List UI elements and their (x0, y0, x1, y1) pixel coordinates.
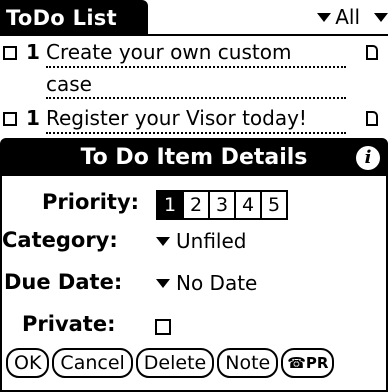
palm-screen: ToDo List All 1 Create your own custom c… (0, 0, 388, 392)
todo-row: 1 Register your Visor today! (0, 104, 388, 138)
beam-button[interactable]: ☎PR (281, 348, 335, 378)
beam-icon: ☎ (287, 354, 306, 372)
priority-label: Priority: (42, 190, 140, 214)
todo-description[interactable]: Register your Visor today! (46, 106, 346, 134)
dropdown-arrow-icon (156, 278, 170, 288)
complete-checkbox[interactable] (3, 46, 17, 60)
category-picker[interactable]: Unfiled (156, 229, 246, 253)
todo-priority[interactable]: 1 (26, 106, 40, 130)
dropdown-arrow-icon (156, 236, 170, 246)
priority-option-3[interactable]: 3 (210, 192, 236, 218)
todo-description-line2[interactable]: case (46, 71, 346, 99)
category-filter-label: All (335, 5, 360, 29)
due-date-picker[interactable]: No Date (156, 271, 257, 295)
priority-option-4[interactable]: 4 (236, 192, 262, 218)
app-title[interactable]: ToDo List (0, 0, 148, 36)
dropdown-arrow-icon (374, 12, 388, 22)
complete-checkbox[interactable] (3, 112, 17, 126)
info-icon[interactable]: i (356, 146, 380, 170)
private-checkbox[interactable] (155, 319, 171, 335)
dialog-button-bar: OK Cancel Delete Note ☎PR (6, 348, 335, 378)
todo-priority[interactable]: 1 (26, 40, 40, 64)
category-label: Category: (2, 228, 118, 252)
category-value: Unfiled (176, 229, 247, 253)
delete-button[interactable]: Delete (135, 348, 215, 378)
due-date-label: Due Date: (4, 270, 123, 294)
priority-option-1[interactable]: 1 (158, 192, 184, 218)
item-details-dialog: To Do Item Details i Priority: 1 2 3 4 5… (0, 138, 388, 392)
due-date-value: No Date (176, 271, 258, 295)
todo-description[interactable]: Create your own custom (46, 40, 346, 68)
priority-option-2[interactable]: 2 (184, 192, 210, 218)
cancel-button[interactable]: Cancel (52, 348, 133, 378)
dialog-title: To Do Item Details (80, 145, 308, 170)
dropdown-arrow-icon (317, 12, 332, 22)
note-button[interactable]: Note (217, 348, 279, 378)
title-underline (0, 34, 388, 36)
ok-button[interactable]: OK (6, 348, 50, 378)
category-filter-trigger[interactable]: All (317, 2, 388, 32)
note-icon[interactable] (366, 111, 378, 126)
private-label: Private: (22, 312, 116, 336)
todo-row: 1 Create your own custom case (0, 38, 388, 99)
priority-option-5[interactable]: 5 (262, 192, 286, 218)
priority-selector: 1 2 3 4 5 (156, 190, 288, 220)
note-icon[interactable] (366, 45, 378, 60)
dialog-title-bar: To Do Item Details i (2, 140, 386, 176)
beam-label: PR (305, 354, 329, 372)
